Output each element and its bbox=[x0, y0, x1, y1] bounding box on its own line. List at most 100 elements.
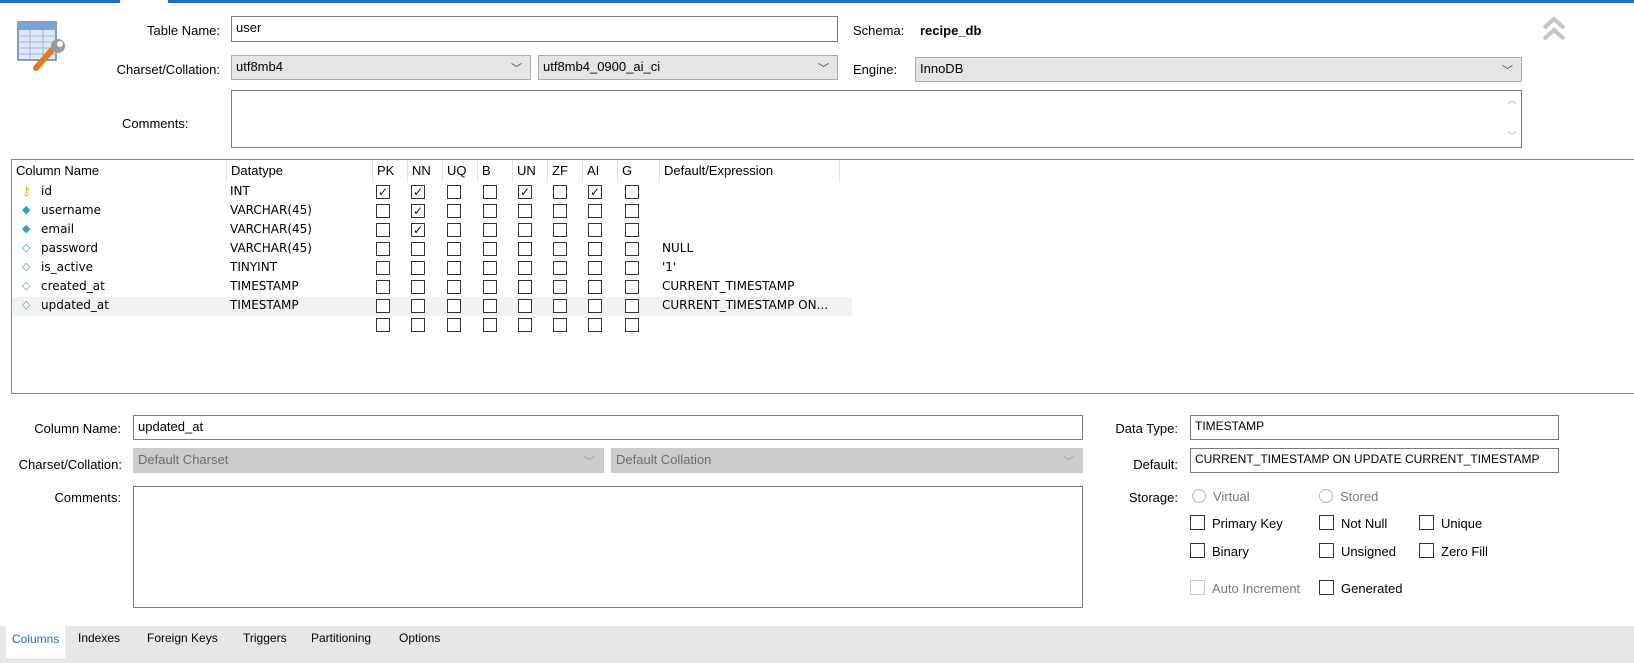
charset-select[interactable]: utf8mb4 ﹀ bbox=[231, 55, 531, 80]
datatype-cell[interactable]: VARCHAR(45) bbox=[230, 203, 312, 217]
table-row[interactable] bbox=[12, 316, 852, 335]
column-name-cell[interactable]: is_active bbox=[41, 260, 93, 274]
pk-checkbox[interactable] bbox=[376, 299, 390, 313]
grid-header-zf[interactable]: ZF bbox=[548, 160, 583, 182]
uq-checkbox[interactable] bbox=[447, 299, 461, 313]
pk-checkbox[interactable] bbox=[376, 261, 390, 275]
default-input[interactable]: CURRENT_TIMESTAMP ON UPDATE CURRENT_TIME… bbox=[1190, 448, 1559, 473]
engine-select[interactable]: InnoDB ﹀ bbox=[915, 57, 1522, 82]
column-name-cell[interactable]: created_at bbox=[41, 279, 105, 293]
stored-radio[interactable] bbox=[1319, 489, 1333, 503]
pk-checkbox[interactable] bbox=[376, 318, 390, 332]
ai-checkbox[interactable] bbox=[588, 299, 602, 313]
table-row[interactable]: ◇ password VARCHAR(45) NULL bbox=[12, 240, 852, 259]
uq-checkbox[interactable] bbox=[447, 204, 461, 218]
column-collation-select[interactable]: Default Collation ﹀ bbox=[611, 448, 1083, 473]
uq-checkbox[interactable] bbox=[447, 280, 461, 294]
datatype-cell[interactable]: VARCHAR(45) bbox=[230, 222, 312, 236]
b-checkbox[interactable] bbox=[483, 318, 497, 332]
b-checkbox[interactable] bbox=[483, 261, 497, 275]
unique-checkbox[interactable] bbox=[1419, 515, 1434, 530]
scroll-down-icon[interactable]: ﹀ bbox=[1505, 129, 1519, 143]
table-row[interactable]: ◇ is_active TINYINT '1' bbox=[12, 259, 852, 278]
grid-header-un[interactable]: UN bbox=[513, 160, 548, 182]
uq-checkbox[interactable] bbox=[447, 185, 461, 199]
ai-checkbox[interactable] bbox=[588, 318, 602, 332]
ai-checkbox[interactable] bbox=[588, 223, 602, 237]
column-name-cell[interactable]: updated_at bbox=[41, 298, 109, 312]
data-type-input[interactable]: TIMESTAMP bbox=[1190, 415, 1559, 440]
pk-checkbox[interactable]: ✓ bbox=[376, 185, 390, 199]
pk-checkbox[interactable] bbox=[376, 280, 390, 294]
zf-checkbox[interactable] bbox=[553, 318, 567, 332]
scrollbar-arrows[interactable]: ︿ ﹀ bbox=[1505, 93, 1519, 143]
column-charset-select[interactable]: Default Charset ﹀ bbox=[133, 448, 604, 473]
grid-header-g[interactable]: G bbox=[618, 160, 660, 182]
nn-checkbox[interactable]: ✓ bbox=[411, 185, 425, 199]
nn-checkbox[interactable] bbox=[411, 318, 425, 332]
table-row[interactable]: ◇ created_at TIMESTAMP CURRENT_TIMESTAMP bbox=[12, 278, 852, 297]
g-checkbox[interactable] bbox=[625, 280, 639, 294]
zf-checkbox[interactable] bbox=[553, 280, 567, 294]
pk-checkbox[interactable] bbox=[376, 242, 390, 256]
grid-header-ai[interactable]: AI bbox=[583, 160, 618, 182]
tab-triggers[interactable]: Triggers bbox=[243, 631, 287, 645]
datatype-cell[interactable]: TINYINT bbox=[230, 260, 277, 274]
tab-columns[interactable]: Columns bbox=[6, 626, 66, 658]
ai-checkbox[interactable] bbox=[588, 242, 602, 256]
default-expression-cell[interactable]: '1' bbox=[662, 260, 676, 274]
binary-checkbox[interactable] bbox=[1190, 543, 1205, 558]
columns-grid[interactable]: Column Name Datatype PK NN UQ B UN ZF AI… bbox=[11, 159, 1634, 394]
grid-header-pk[interactable]: PK bbox=[373, 160, 408, 182]
grid-header-uq[interactable]: UQ bbox=[443, 160, 478, 182]
b-checkbox[interactable] bbox=[483, 204, 497, 218]
tab-options[interactable]: Options bbox=[399, 631, 440, 645]
default-expression-cell[interactable]: CURRENT_TIMESTAMP bbox=[662, 279, 794, 293]
zf-checkbox[interactable] bbox=[553, 299, 567, 313]
generated-checkbox[interactable] bbox=[1319, 580, 1334, 595]
nn-checkbox[interactable] bbox=[411, 299, 425, 313]
tab-indexes[interactable]: Indexes bbox=[78, 631, 120, 645]
pk-checkbox[interactable] bbox=[376, 204, 390, 218]
default-expression-cell[interactable]: NULL bbox=[662, 241, 693, 255]
b-checkbox[interactable] bbox=[483, 223, 497, 237]
un-checkbox[interactable]: ✓ bbox=[518, 185, 532, 199]
table-row[interactable]: ◆ email VARCHAR(45) ✓ bbox=[12, 221, 852, 240]
grid-header-b[interactable]: B bbox=[478, 160, 513, 182]
zf-checkbox[interactable] bbox=[553, 223, 567, 237]
un-checkbox[interactable] bbox=[518, 280, 532, 294]
virtual-radio[interactable] bbox=[1192, 489, 1206, 503]
nn-checkbox[interactable] bbox=[411, 242, 425, 256]
column-name-cell[interactable]: password bbox=[41, 241, 98, 255]
b-checkbox[interactable] bbox=[483, 242, 497, 256]
g-checkbox[interactable] bbox=[625, 318, 639, 332]
column-name-cell[interactable]: username bbox=[41, 203, 101, 217]
grid-header-nn[interactable]: NN bbox=[408, 160, 443, 182]
zf-checkbox[interactable] bbox=[553, 242, 567, 256]
zf-checkbox[interactable] bbox=[553, 261, 567, 275]
g-checkbox[interactable] bbox=[625, 242, 639, 256]
uq-checkbox[interactable] bbox=[447, 223, 461, 237]
b-checkbox[interactable] bbox=[483, 185, 497, 199]
datatype-cell[interactable]: TIMESTAMP bbox=[230, 279, 299, 293]
ai-checkbox[interactable]: ✓ bbox=[588, 185, 602, 199]
grid-header-default[interactable]: Default/Expression bbox=[660, 160, 840, 182]
not-null-checkbox[interactable] bbox=[1319, 515, 1334, 530]
b-checkbox[interactable] bbox=[483, 280, 497, 294]
datatype-cell[interactable]: TIMESTAMP bbox=[230, 298, 299, 312]
g-checkbox[interactable] bbox=[625, 261, 639, 275]
tab-partitioning[interactable]: Partitioning bbox=[311, 631, 371, 645]
column-name-input[interactable]: updated_at bbox=[133, 415, 1083, 440]
ai-checkbox[interactable] bbox=[588, 261, 602, 275]
un-checkbox[interactable] bbox=[518, 299, 532, 313]
auto-increment-checkbox[interactable] bbox=[1190, 580, 1205, 595]
grid-header-datatype[interactable]: Datatype bbox=[227, 160, 373, 182]
zf-checkbox[interactable] bbox=[553, 185, 567, 199]
nn-checkbox[interactable]: ✓ bbox=[411, 223, 425, 237]
zf-checkbox[interactable] bbox=[553, 204, 567, 218]
collation-select[interactable]: utf8mb4_0900_ai_ci ﹀ bbox=[538, 55, 838, 80]
grid-header-column-name[interactable]: Column Name bbox=[12, 160, 227, 182]
g-checkbox[interactable] bbox=[625, 299, 639, 313]
table-row[interactable]: ◆ username VARCHAR(45) ✓ bbox=[12, 202, 852, 221]
nn-checkbox[interactable] bbox=[411, 261, 425, 275]
